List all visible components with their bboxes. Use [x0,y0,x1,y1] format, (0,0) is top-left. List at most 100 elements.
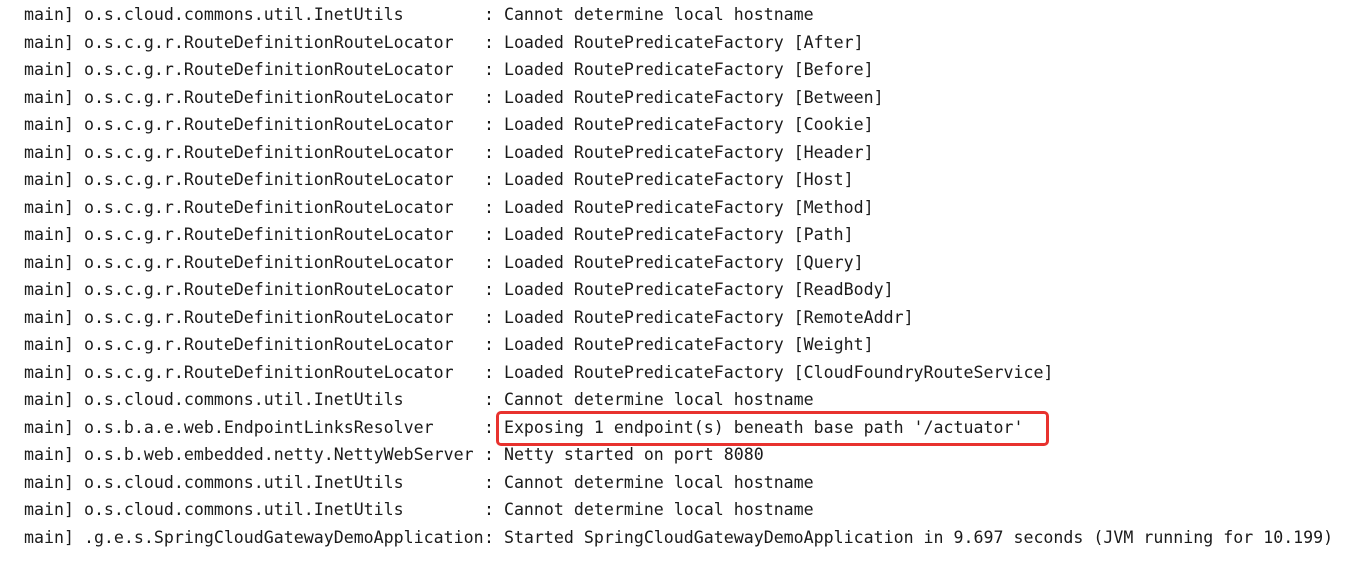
log-logger: o.s.c.g.r.RouteDefinitionRouteLocator [83,32,454,52]
log-logger: o.s.c.g.r.RouteDefinitionRouteLocator [83,142,454,162]
log-message: Loaded RoutePredicateFactory [After] [503,32,864,52]
log-message: Cannot determine local hostname [503,5,814,24]
log-line-highlighted: main] o.s.b.a.e.web.EndpointLinksResolver… [24,414,1364,442]
log-thread: main] [24,500,74,519]
log-message: Cannot determine local hostname [503,472,814,492]
log-line: main] o.s.c.g.r.RouteDefinitionRouteLocat… [24,84,1364,112]
log-message: Started SpringCloudGatewayDemoApplicatio… [503,527,1334,547]
log-thread: main] [24,335,74,354]
log-logger: o.s.cloud.commons.util.InetUtils [83,390,404,409]
log-thread: main] [24,170,74,189]
log-line: main] o.s.c.g.r.RouteDefinitionRouteLocat… [24,221,1364,249]
log-message: Loaded RoutePredicateFactory [RemoteAddr… [503,307,914,327]
log-line: main] o.s.c.g.r.RouteDefinitionRouteLocat… [24,166,1364,194]
log-message: Cannot determine local hostname [503,390,814,409]
log-thread: main] [24,417,74,437]
log-thread: main] [24,307,74,327]
log-thread: main] [24,445,74,464]
log-message: Loaded RoutePredicateFactory [Method] [503,197,874,217]
log-logger: o.s.c.g.r.RouteDefinitionRouteLocator [83,225,454,244]
log-line: main] o.s.c.g.r.RouteDefinitionRouteLocat… [24,359,1364,387]
log-separator: : [483,307,494,327]
log-line: main] .g.e.s.SpringCloudGatewayDemoApplic… [24,524,1364,552]
log-logger: o.s.b.web.embedded.netty.NettyWebServer [83,445,474,464]
log-thread: main] [24,472,74,492]
log-separator: : [483,445,494,464]
log-line: main] o.s.c.g.r.RouteDefinitionRouteLocat… [24,194,1364,222]
log-message: Exposing 1 endpoint(s) beneath base path… [503,417,1024,437]
console-output[interactable]: main] o.s.cloud.commons.util.InetUtils: Ca… [24,1,1364,551]
log-line: main] o.s.cloud.commons.util.InetUtils: Ca… [24,496,1364,524]
log-message: Loaded RoutePredicateFactory [ReadBody] [503,280,894,299]
log-logger: o.s.cloud.commons.util.InetUtils [83,500,404,519]
log-line: main] o.s.c.g.r.RouteDefinitionRouteLocat… [24,331,1364,359]
log-line: main] o.s.c.g.r.RouteDefinitionRouteLocat… [24,249,1364,277]
log-message: Loaded RoutePredicateFactory [Between] [503,87,884,107]
log-logger: o.s.c.g.r.RouteDefinitionRouteLocator [83,335,454,354]
log-message: Loaded RoutePredicateFactory [Before] [503,60,874,79]
log-separator: : [483,527,494,547]
log-message: Netty started on port 8080 [503,445,764,464]
log-message: Loaded RoutePredicateFactory [Host] [503,170,854,189]
log-message: Loaded RoutePredicateFactory [Cookie] [503,115,874,134]
log-thread: main] [24,87,74,107]
log-line: main] o.s.cloud.commons.util.InetUtils: Ca… [24,386,1364,414]
log-separator: : [483,115,494,134]
log-message: Loaded RoutePredicateFactory [Weight] [503,335,874,354]
log-line: main] o.s.c.g.r.RouteDefinitionRouteLocat… [24,56,1364,84]
log-separator: : [483,335,494,354]
log-line: main] o.s.c.g.r.RouteDefinitionRouteLocat… [24,304,1364,332]
log-separator: : [483,170,494,189]
log-separator: : [483,225,494,244]
log-message: Loaded RoutePredicateFactory [Query] [503,252,864,272]
log-thread: main] [24,527,74,547]
log-logger: o.s.c.g.r.RouteDefinitionRouteLocator [83,87,454,107]
log-message: Loaded RoutePredicateFactory [Header] [503,142,874,162]
log-logger: o.s.c.g.r.RouteDefinitionRouteLocator [83,362,454,382]
log-logger: o.s.cloud.commons.util.InetUtils [83,472,404,492]
log-logger: o.s.c.g.r.RouteDefinitionRouteLocator [83,307,454,327]
log-thread: main] [24,225,74,244]
log-line: main] o.s.c.g.r.RouteDefinitionRouteLocat… [24,139,1364,167]
log-thread: main] [24,252,74,272]
log-separator: : [483,32,494,52]
log-separator: : [483,87,494,107]
log-thread: main] [24,280,74,299]
log-message: Loaded RoutePredicateFactory [CloudFound… [503,362,1054,382]
log-separator: : [483,60,494,79]
log-separator: : [483,362,494,382]
log-line: main] o.s.c.g.r.RouteDefinitionRouteLocat… [24,29,1364,57]
log-thread: main] [24,115,74,134]
log-thread: main] [24,142,74,162]
log-logger: o.s.c.g.r.RouteDefinitionRouteLocator [83,115,454,134]
log-logger: o.s.c.g.r.RouteDefinitionRouteLocator [83,280,454,299]
log-logger: o.s.c.g.r.RouteDefinitionRouteLocator [83,252,454,272]
log-logger: o.s.cloud.commons.util.InetUtils [83,5,404,24]
log-logger: o.s.c.g.r.RouteDefinitionRouteLocator [83,170,454,189]
log-separator: : [483,280,494,299]
log-thread: main] [24,5,74,24]
log-separator: : [483,417,494,437]
log-line: main] o.s.c.g.r.RouteDefinitionRouteLocat… [24,111,1364,139]
log-separator: : [483,472,494,492]
log-logger: o.s.b.a.e.web.EndpointLinksResolver [83,417,434,437]
log-thread: main] [24,362,74,382]
log-separator: : [483,252,494,272]
log-logger: o.s.c.g.r.RouteDefinitionRouteLocator [83,197,454,217]
log-separator: : [483,197,494,217]
log-separator: : [483,390,494,409]
log-thread: main] [24,390,74,409]
log-thread: main] [24,32,74,52]
log-message: Cannot determine local hostname [503,500,814,519]
log-line: main] o.s.cloud.commons.util.InetUtils: Ca… [24,469,1364,497]
log-separator: : [483,142,494,162]
log-logger: o.s.c.g.r.RouteDefinitionRouteLocator [83,60,454,79]
log-thread: main] [24,60,74,79]
log-logger: .g.e.s.SpringCloudGatewayDemoApplication [83,527,484,547]
log-line: main] o.s.c.g.r.RouteDefinitionRouteLocat… [24,276,1364,304]
log-line: main] o.s.b.web.embedded.netty.NettyWebSe… [24,441,1364,469]
log-thread: main] [24,197,74,217]
log-separator: : [483,500,494,519]
log-separator: : [483,5,494,24]
log-message: Loaded RoutePredicateFactory [Path] [503,225,854,244]
